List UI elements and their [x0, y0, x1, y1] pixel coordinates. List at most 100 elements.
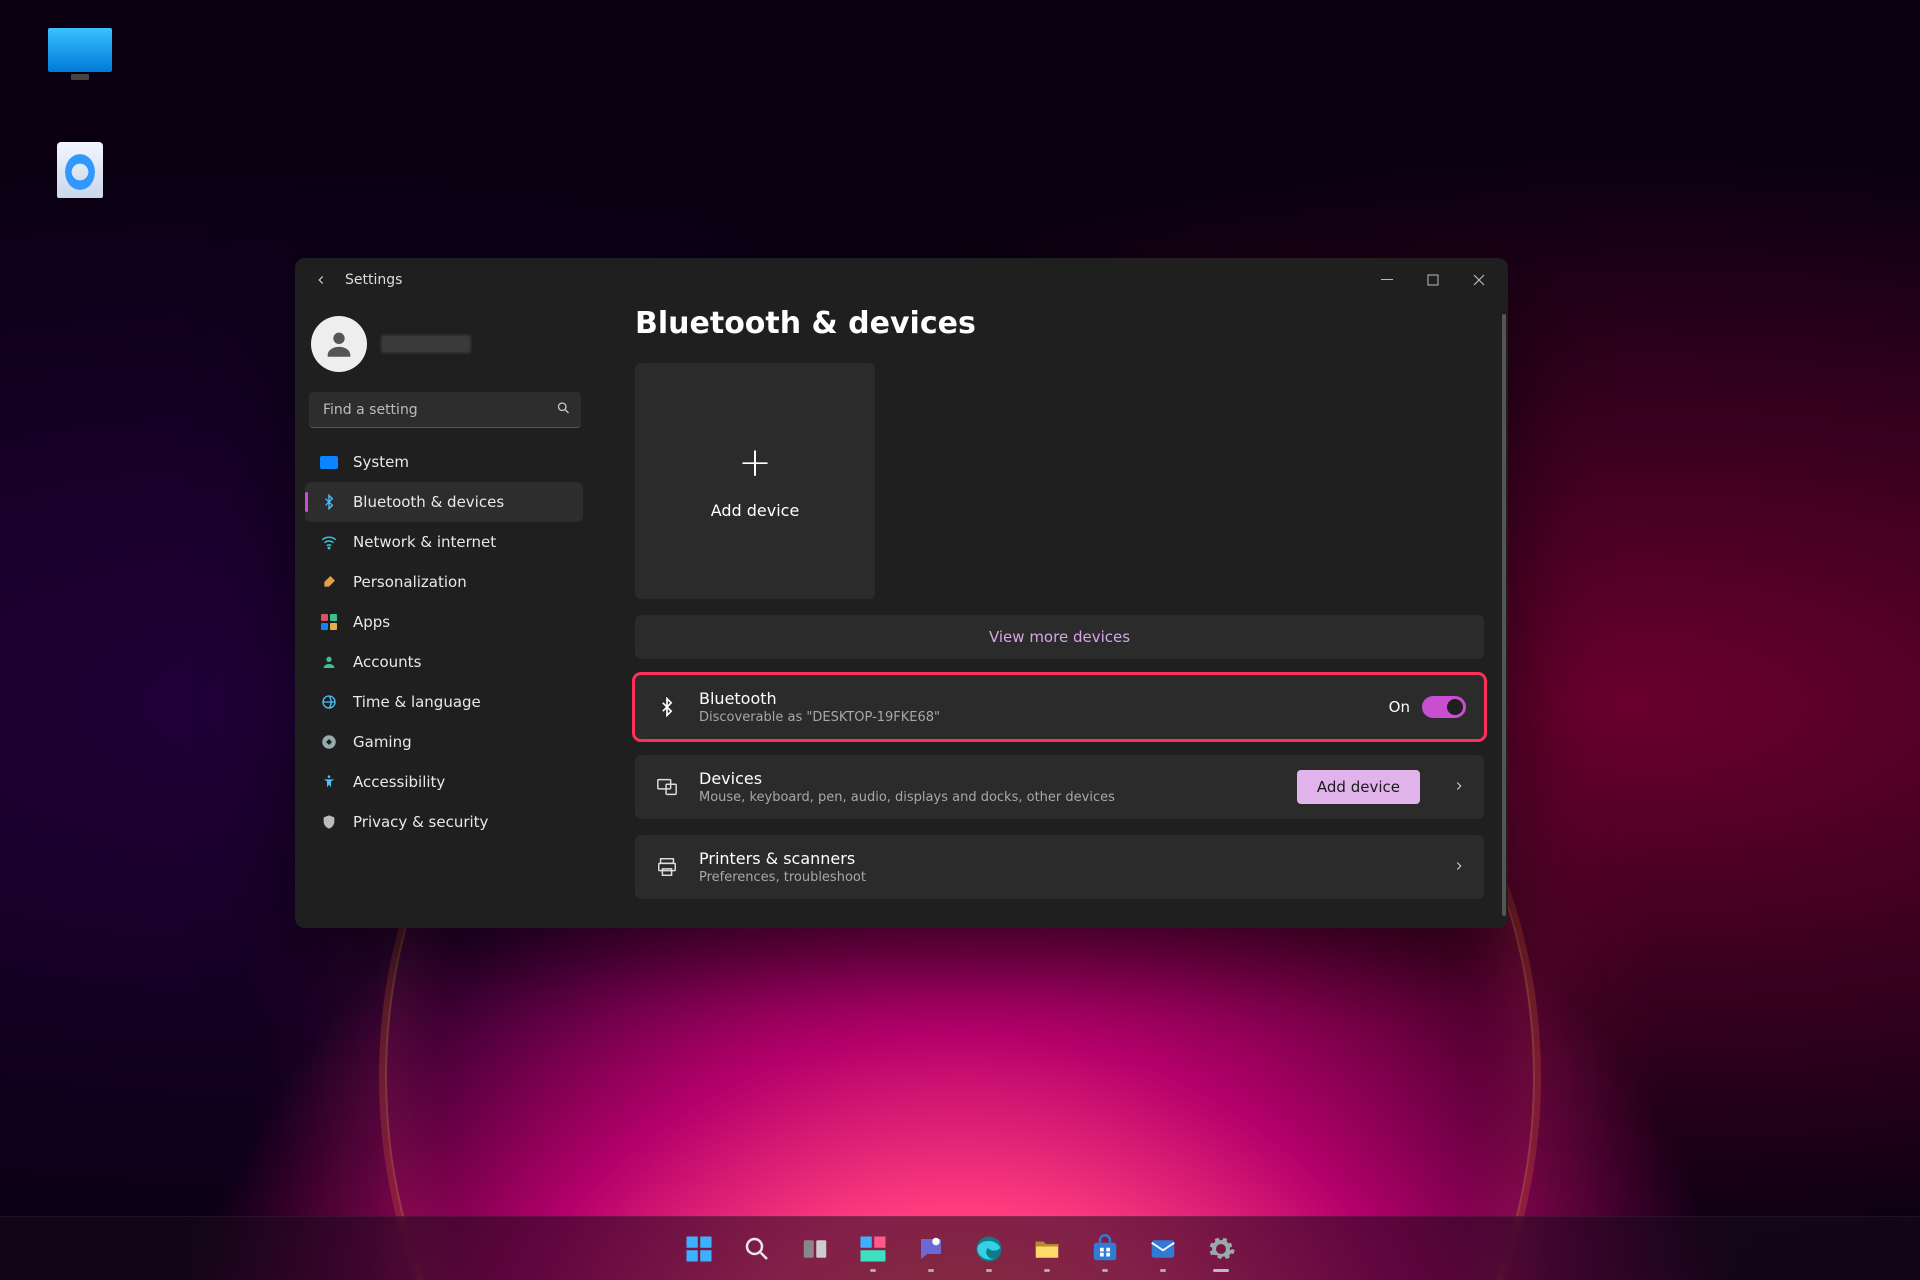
printers-scanners-row[interactable]: Printers & scanners Preferences, trouble…: [635, 835, 1484, 899]
sidebar-item-system[interactable]: System: [305, 442, 583, 482]
profile-block[interactable]: [305, 308, 585, 390]
sidebar-item-label: Personalization: [353, 573, 467, 591]
plus-icon: +: [738, 443, 772, 483]
paintbrush-icon: [319, 572, 339, 592]
profile-name-redacted: [381, 335, 471, 353]
sidebar-item-accounts[interactable]: Accounts: [305, 642, 583, 682]
search-box[interactable]: [309, 392, 581, 428]
titlebar: Settings: [295, 258, 1508, 302]
accessibility-icon: [319, 772, 339, 792]
sidebar-item-label: Privacy & security: [353, 813, 488, 831]
taskbar-file-explorer[interactable]: [1022, 1224, 1072, 1274]
main-content: Bluetooth & devices + Add device View mo…: [595, 302, 1508, 928]
wifi-icon: [319, 532, 339, 552]
printers-row-subtitle: Preferences, troubleshoot: [699, 870, 1434, 885]
sidebar-item-label: Accounts: [353, 653, 421, 671]
bluetooth-icon: [653, 697, 681, 717]
sidebar-item-label: Gaming: [353, 733, 412, 751]
sidebar-item-label: Time & language: [353, 693, 481, 711]
person-icon: [322, 327, 356, 361]
view-more-devices-link[interactable]: View more devices: [635, 615, 1484, 659]
sidebar-item-label: Bluetooth & devices: [353, 493, 504, 511]
chevron-right-icon: [1452, 858, 1466, 877]
chat-icon: [916, 1234, 946, 1264]
close-button[interactable]: [1456, 264, 1502, 296]
desktop-icon-this-pc[interactable]: [30, 28, 130, 74]
nav-list: System Bluetooth & devices: [305, 442, 585, 928]
page-title: Bluetooth & devices: [635, 306, 1484, 341]
search-input[interactable]: [309, 392, 581, 428]
printer-icon: [653, 856, 681, 878]
widgets-icon: [858, 1234, 888, 1264]
sidebar-item-time-language[interactable]: Time & language: [305, 682, 583, 722]
taskbar-store[interactable]: [1080, 1224, 1130, 1274]
taskbar-search[interactable]: [732, 1224, 782, 1274]
apps-icon: [319, 612, 339, 632]
devices-row-title: Devices: [699, 769, 1279, 788]
add-device-tile-label: Add device: [711, 501, 800, 520]
arrow-left-icon: [314, 273, 328, 287]
sidebar-item-label: Apps: [353, 613, 390, 631]
window-title: Settings: [345, 272, 402, 288]
chevron-right-icon: [1452, 778, 1466, 797]
sidebar-item-personalization[interactable]: Personalization: [305, 562, 583, 602]
search-icon: [556, 401, 571, 420]
mail-icon: [1148, 1234, 1178, 1264]
maximize-button[interactable]: [1410, 264, 1456, 296]
printers-row-title: Printers & scanners: [699, 849, 1434, 868]
sidebar-item-network[interactable]: Network & internet: [305, 522, 583, 562]
recycle-bin-icon: [57, 142, 103, 198]
bluetooth-toggle[interactable]: [1422, 696, 1466, 718]
sidebar-item-label: Network & internet: [353, 533, 496, 551]
system-icon: [319, 452, 339, 472]
folder-icon: [1032, 1234, 1062, 1264]
gaming-icon: [319, 732, 339, 752]
desktop-icon-recycle-bin[interactable]: [30, 142, 130, 198]
taskbar-mail[interactable]: [1138, 1224, 1188, 1274]
minimize-button[interactable]: [1364, 264, 1410, 296]
close-icon: [1473, 274, 1485, 286]
back-button[interactable]: [307, 266, 335, 294]
edge-icon: [974, 1234, 1004, 1264]
devices-row-subtitle: Mouse, keyboard, pen, audio, displays an…: [699, 790, 1279, 805]
maximize-icon: [1427, 274, 1439, 286]
devices-row[interactable]: Devices Mouse, keyboard, pen, audio, dis…: [635, 755, 1484, 819]
add-device-tile[interactable]: + Add device: [635, 363, 875, 599]
add-device-button[interactable]: Add device: [1297, 770, 1420, 804]
taskbar-chat[interactable]: [906, 1224, 956, 1274]
taskbar-edge[interactable]: [964, 1224, 1014, 1274]
monitor-icon: [48, 28, 112, 72]
sidebar-item-apps[interactable]: Apps: [305, 602, 583, 642]
shield-icon: [319, 812, 339, 832]
task-view-icon: [800, 1234, 830, 1264]
devices-icon: [653, 776, 681, 798]
globe-clock-icon: [319, 692, 339, 712]
bluetooth-row-title: Bluetooth: [699, 689, 1371, 708]
view-more-devices-label: View more devices: [989, 628, 1130, 646]
bluetooth-icon: [319, 492, 339, 512]
sidebar-item-bluetooth-devices[interactable]: Bluetooth & devices: [305, 482, 583, 522]
bluetooth-toggle-state: On: [1389, 698, 1410, 716]
search-icon: [742, 1234, 772, 1264]
sidebar-item-label: System: [353, 453, 409, 471]
bluetooth-row-subtitle: Discoverable as "DESKTOP-19FKE68": [699, 710, 1371, 725]
gear-icon: [1206, 1234, 1236, 1264]
account-icon: [319, 652, 339, 672]
avatar: [311, 316, 367, 372]
taskbar-settings[interactable]: [1196, 1224, 1246, 1274]
sidebar-item-privacy-security[interactable]: Privacy & security: [305, 802, 583, 842]
sidebar: System Bluetooth & devices: [295, 302, 595, 928]
sidebar-item-label: Accessibility: [353, 773, 445, 791]
settings-window: Settings: [295, 258, 1508, 928]
minimize-icon: [1381, 274, 1393, 286]
taskbar-widgets[interactable]: [848, 1224, 898, 1274]
sidebar-item-accessibility[interactable]: Accessibility: [305, 762, 583, 802]
sidebar-item-gaming[interactable]: Gaming: [305, 722, 583, 762]
desktop: Settings: [0, 0, 1920, 1280]
windows-logo-icon: [684, 1234, 714, 1264]
task-view[interactable]: [790, 1224, 840, 1274]
scrollbar[interactable]: [1502, 314, 1506, 916]
store-icon: [1090, 1234, 1120, 1264]
bluetooth-toggle-row: Bluetooth Discoverable as "DESKTOP-19FKE…: [635, 675, 1484, 739]
start-button[interactable]: [674, 1224, 724, 1274]
